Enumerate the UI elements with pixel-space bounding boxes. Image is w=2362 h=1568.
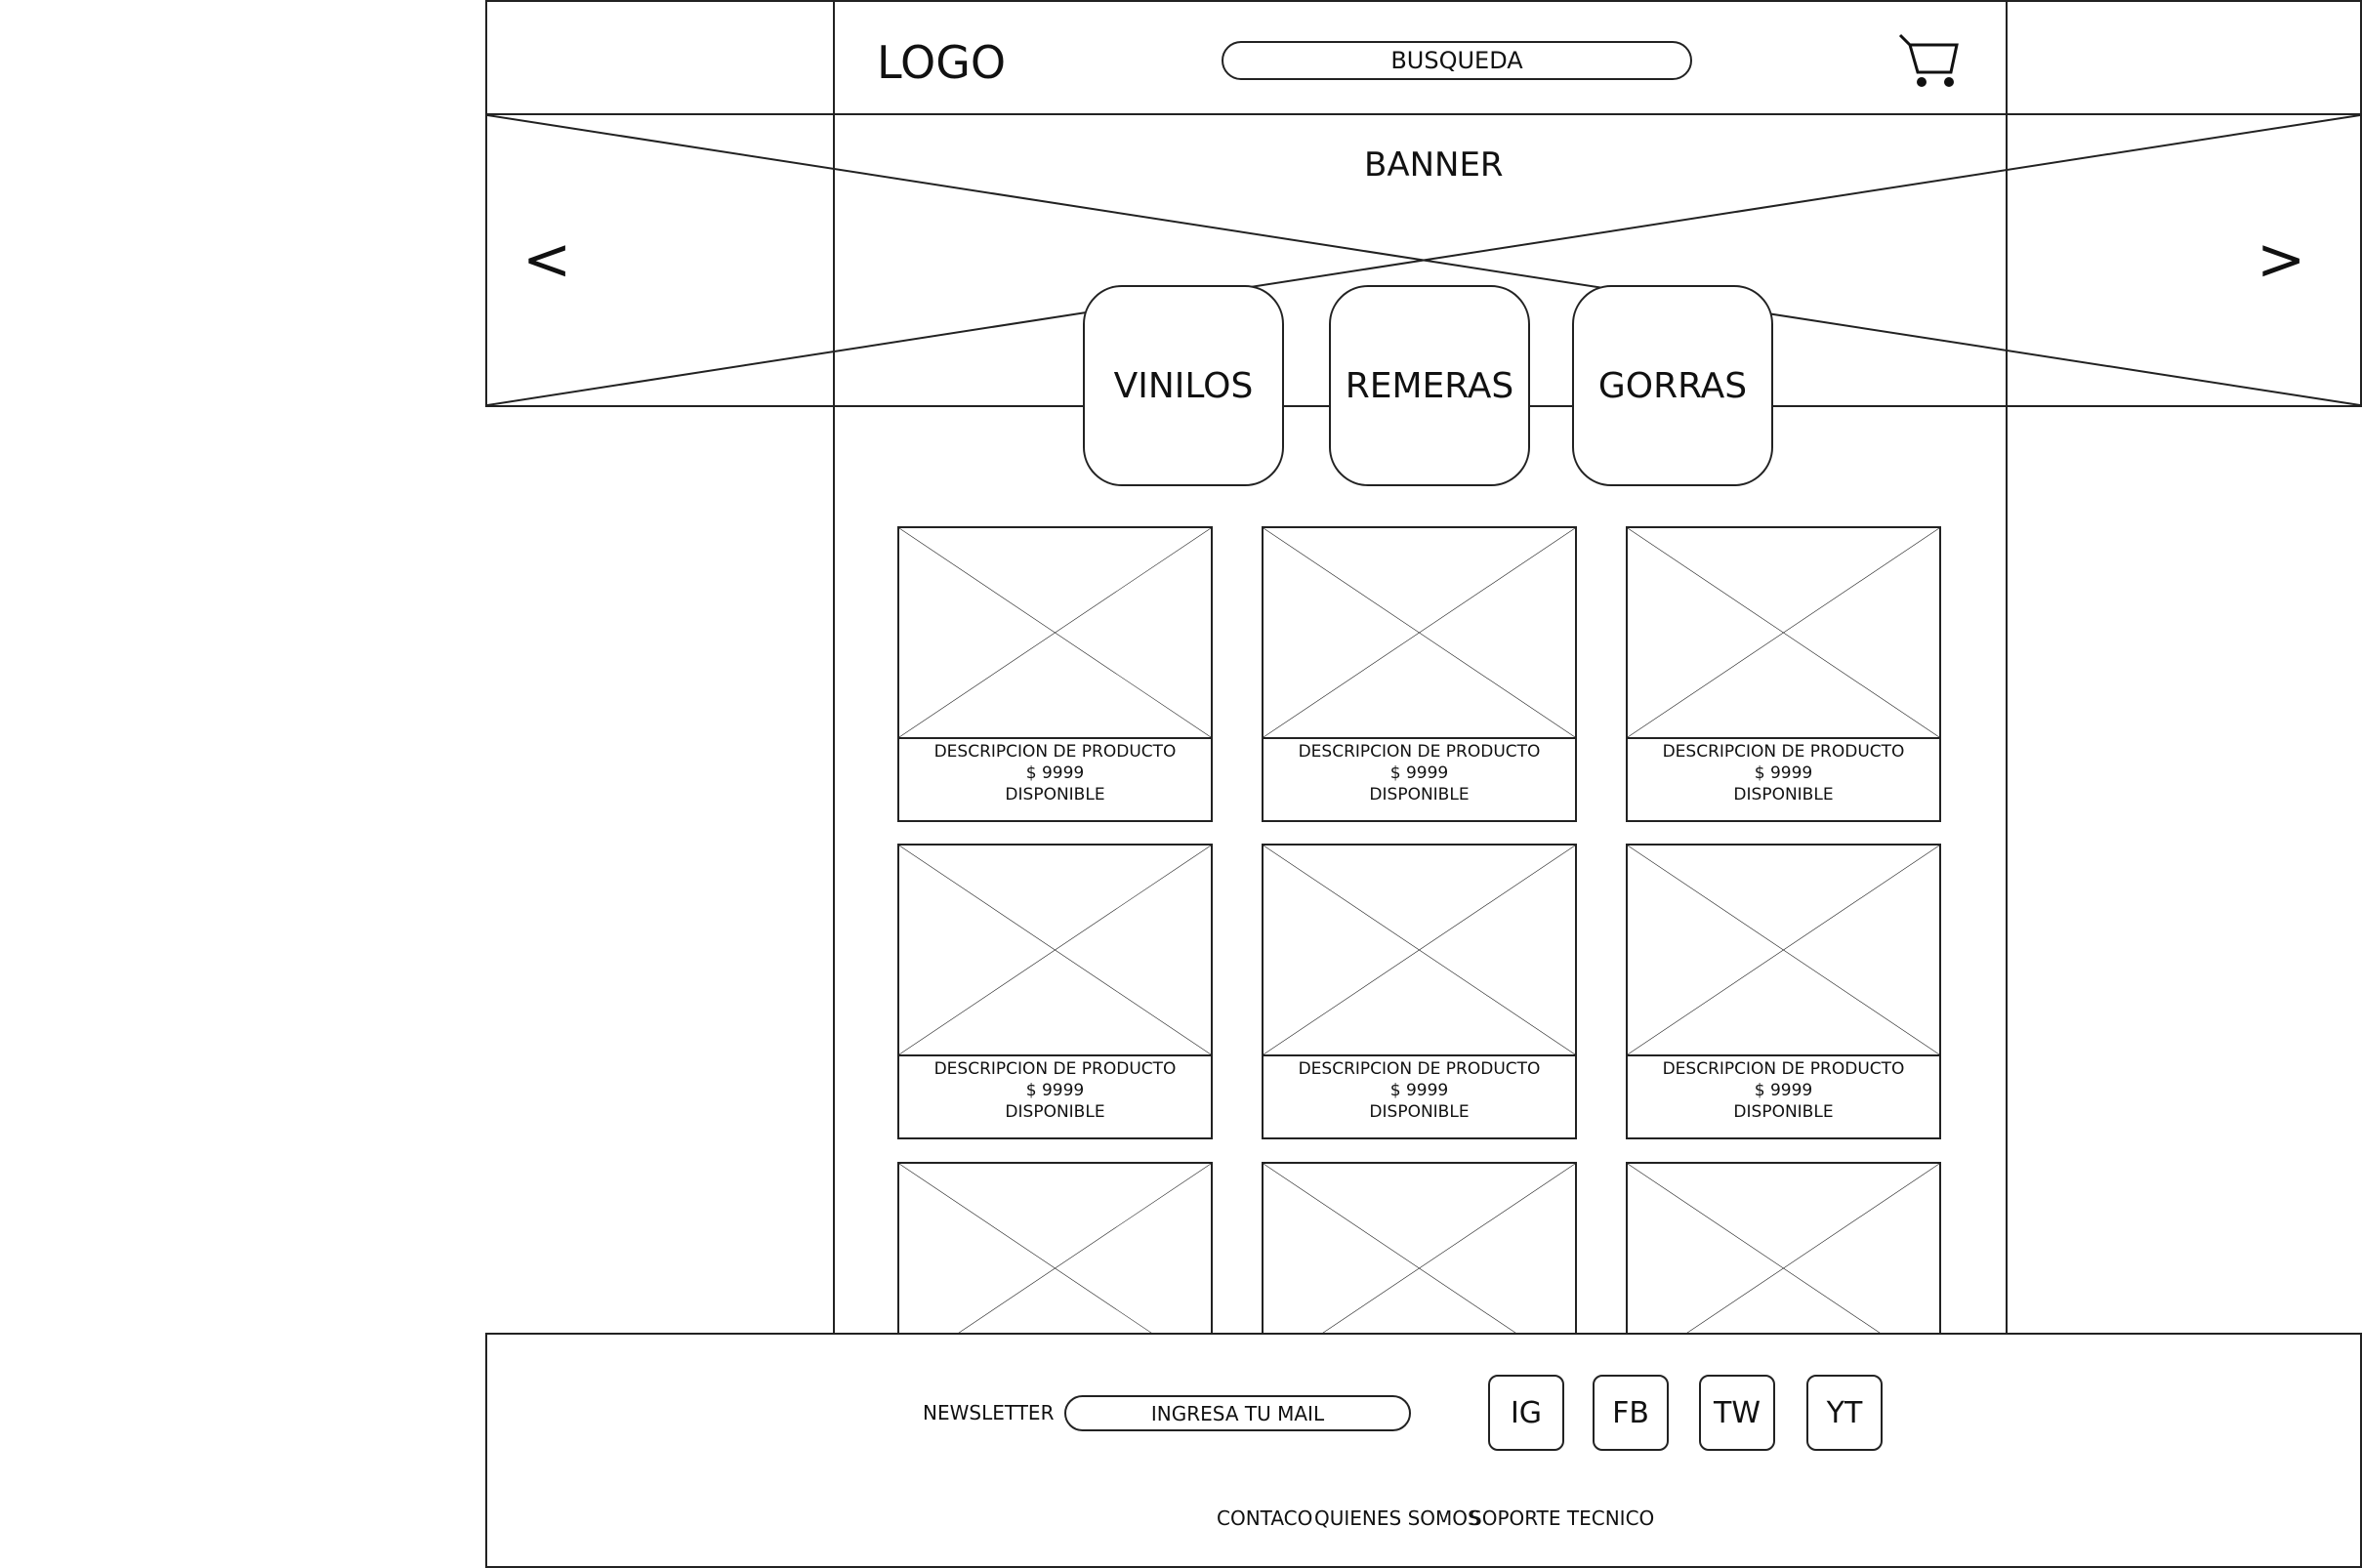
product-card[interactable]: DESCRIPCION DE PRODUCTO $ 9999 DISPONIBL… bbox=[1262, 526, 1577, 822]
product-status: DISPONIBLE bbox=[1733, 1102, 1834, 1122]
facebook-button[interactable]: FB bbox=[1593, 1375, 1669, 1451]
product-card[interactable]: DESCRIPCION DE PRODUCTO $ 9999 DISPONIBL… bbox=[1262, 844, 1577, 1139]
product-info: DESCRIPCION DE PRODUCTO $ 9999 DISPONIBL… bbox=[1264, 741, 1575, 805]
product-image-placeholder bbox=[1628, 528, 1939, 739]
footer-link-quienes-somos[interactable]: QUIENES SOMOS bbox=[1314, 1506, 1480, 1531]
product-price: $ 9999 bbox=[1389, 1081, 1449, 1100]
twitter-button[interactable]: TW bbox=[1699, 1375, 1775, 1451]
social-label: YT bbox=[1826, 1395, 1863, 1430]
footer-link-contacto[interactable]: CONTACO bbox=[1217, 1506, 1312, 1531]
footer bbox=[485, 1333, 2362, 1568]
product-card[interactable]: DESCRIPCION DE PRODUCTO $ 9999 DISPONIBL… bbox=[897, 844, 1213, 1139]
product-card[interactable]: DESCRIPCION DE PRODUCTO $ 9999 DISPONIBL… bbox=[1626, 526, 1941, 822]
newsletter-email-input[interactable]: INGRESA TU MAIL bbox=[1064, 1395, 1411, 1431]
banner-prev-arrow[interactable]: < bbox=[522, 230, 571, 289]
product-price: $ 9999 bbox=[1754, 763, 1813, 783]
social-label: IG bbox=[1510, 1395, 1543, 1430]
product-description: DESCRIPCION DE PRODUCTO bbox=[1298, 1059, 1541, 1079]
product-description: DESCRIPCION DE PRODUCTO bbox=[1662, 1059, 1905, 1079]
product-image-placeholder bbox=[1264, 846, 1575, 1056]
social-label: TW bbox=[1714, 1395, 1761, 1430]
product-card[interactable]: DESCRIPCION DE PRODUCTO $ 9999 DISPONIBL… bbox=[897, 526, 1213, 822]
product-image-placeholder bbox=[899, 846, 1211, 1056]
product-description: DESCRIPCION DE PRODUCTO bbox=[933, 742, 1177, 762]
category-remeras-button[interactable]: REMERAS bbox=[1329, 285, 1530, 486]
page-wireframe: LOGO BUSQUEDA BANNER < > VINILOS REMERAS… bbox=[0, 0, 2362, 1568]
product-info: DESCRIPCION DE PRODUCTO $ 9999 DISPONIBL… bbox=[1628, 1058, 1939, 1123]
cart-icon[interactable] bbox=[1898, 31, 1965, 90]
product-status: DISPONIBLE bbox=[1369, 785, 1470, 805]
category-vinilos-button[interactable]: VINILOS bbox=[1083, 285, 1284, 486]
product-price: $ 9999 bbox=[1025, 763, 1085, 783]
product-status: DISPONIBLE bbox=[1369, 1102, 1470, 1122]
banner-next-arrow[interactable]: > bbox=[2257, 230, 2305, 289]
newsletter-label: NEWSLETTER bbox=[923, 1401, 1055, 1424]
product-image-placeholder bbox=[1628, 846, 1939, 1056]
instagram-button[interactable]: IG bbox=[1488, 1375, 1564, 1451]
email-placeholder: INGRESA TU MAIL bbox=[1150, 1401, 1325, 1425]
product-card[interactable]: DESCRIPCION DE PRODUCTO $ 9999 DISPONIBL… bbox=[1626, 844, 1941, 1139]
product-description: DESCRIPCION DE PRODUCTO bbox=[1298, 742, 1541, 762]
product-price: $ 9999 bbox=[1025, 1081, 1085, 1100]
product-info: DESCRIPCION DE PRODUCTO $ 9999 DISPONIBL… bbox=[1264, 1058, 1575, 1123]
social-label: FB bbox=[1612, 1395, 1649, 1430]
product-description: DESCRIPCION DE PRODUCTO bbox=[1662, 742, 1905, 762]
product-image-placeholder bbox=[899, 528, 1211, 739]
product-description: DESCRIPCION DE PRODUCTO bbox=[933, 1059, 1177, 1079]
product-status: DISPONIBLE bbox=[1005, 785, 1105, 805]
product-info: DESCRIPCION DE PRODUCTO $ 9999 DISPONIBL… bbox=[899, 1058, 1211, 1123]
logo[interactable]: LOGO bbox=[877, 35, 1006, 90]
category-gorras-button[interactable]: GORRAS bbox=[1572, 285, 1773, 486]
product-info: DESCRIPCION DE PRODUCTO $ 9999 DISPONIBL… bbox=[899, 741, 1211, 805]
product-price: $ 9999 bbox=[1389, 763, 1449, 783]
category-label: GORRAS bbox=[1597, 365, 1748, 406]
category-label: REMERAS bbox=[1345, 365, 1514, 406]
product-status: DISPONIBLE bbox=[1005, 1102, 1105, 1122]
banner-label: BANNER bbox=[1364, 145, 1504, 185]
product-price: $ 9999 bbox=[1754, 1081, 1813, 1100]
category-label: VINILOS bbox=[1113, 365, 1254, 406]
search-placeholder: BUSQUEDA bbox=[1390, 47, 1523, 74]
youtube-button[interactable]: YT bbox=[1806, 1375, 1883, 1451]
search-input[interactable]: BUSQUEDA bbox=[1222, 41, 1692, 80]
product-image-placeholder bbox=[1264, 528, 1575, 739]
footer-link-soporte-tecnico[interactable]: SOPORTE TECNICO bbox=[1470, 1506, 1654, 1531]
product-status: DISPONIBLE bbox=[1733, 785, 1834, 805]
product-info: DESCRIPCION DE PRODUCTO $ 9999 DISPONIBL… bbox=[1628, 741, 1939, 805]
